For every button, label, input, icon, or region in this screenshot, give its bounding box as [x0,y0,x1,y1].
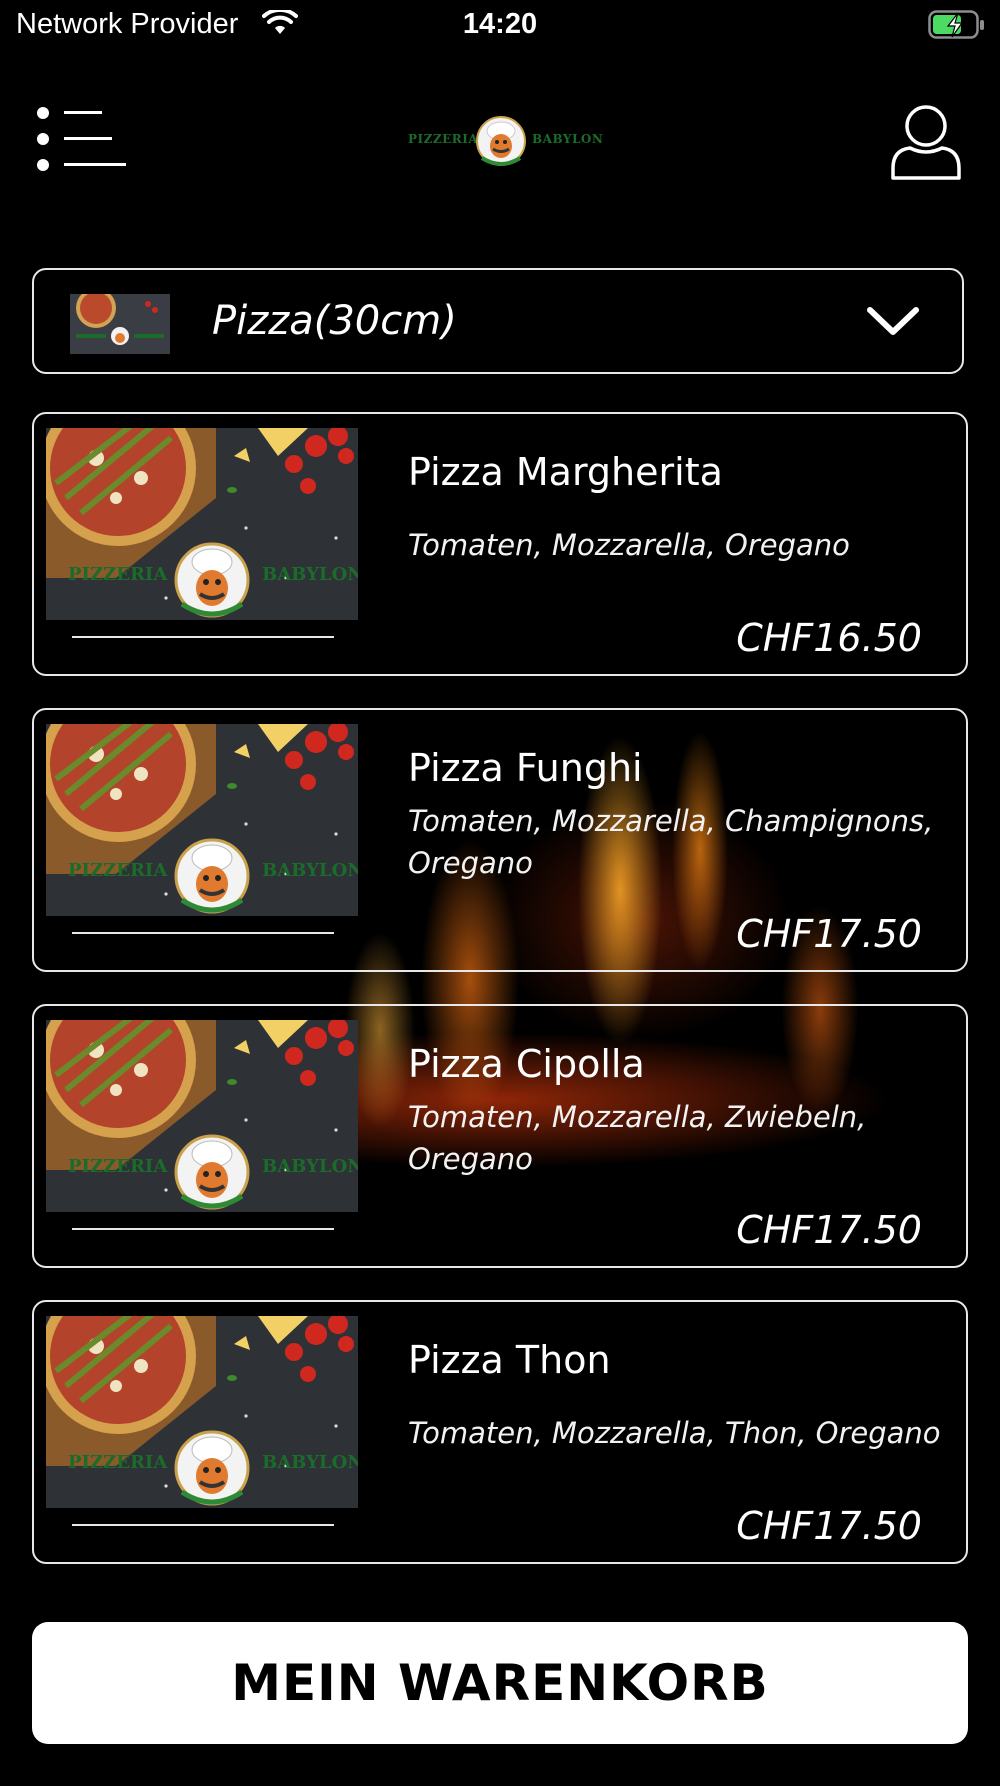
chef-mascot-icon [476,116,526,166]
product-card[interactable]: PIZZERIA BABYLON Pizza Margherita Tomate… [32,412,968,676]
photo-logo-text-right: BABYLON [262,1452,358,1473]
photo-logo-text-right: BABYLON [262,860,358,881]
product-name: Pizza Funghi [408,746,643,790]
cart-button-label: MEIN WARENKORB [231,1654,769,1712]
product-photo: PIZZERIA BABYLON [46,428,358,620]
product-card[interactable]: PIZZERIA BABYLON Pizza Cipolla Tomaten, … [32,1004,968,1268]
product-name: Pizza Margherita [408,450,723,494]
photo-logo-text-right: BABYLON [262,564,358,585]
photo-logo-text-left: PIZZERIA [68,564,168,585]
product-photo: PIZZERIA BABYLON [46,1020,358,1212]
product-name: Pizza Cipolla [408,1042,645,1086]
category-label: Pizza(30cm) [212,298,457,344]
product-photo: PIZZERIA BABYLON [46,1316,358,1508]
product-card[interactable]: PIZZERIA BABYLON Pizza Funghi Tomaten, M… [32,708,968,972]
product-price: CHF17.50 [736,1504,922,1548]
photo-logo-text-left: PIZZERIA [68,1452,168,1473]
photo-divider [72,1524,334,1526]
product-description: Tomaten, Mozzarella, Champignons, Oregan… [408,804,934,880]
status-bar: Network Provider 14:20 [0,0,1000,50]
category-dropdown[interactable]: Pizza(30cm) [32,268,964,374]
product-photo: PIZZERIA BABYLON [46,724,358,916]
product-price: CHF17.50 [736,912,922,956]
product-card[interactable]: PIZZERIA BABYLON Pizza Thon Tomaten, Moz… [32,1300,968,1564]
clock: 14:20 [462,8,538,40]
logo-text-right: BABYLON [532,132,604,146]
photo-logo-text-left: PIZZERIA [68,1156,168,1177]
logo-text-left: PIZZERIA [408,132,479,146]
photo-divider [72,1228,334,1230]
chevron-down-icon [867,307,919,335]
menu-button[interactable] [36,106,126,172]
photo-divider [72,932,334,934]
product-name: Pizza Thon [408,1338,611,1382]
category-thumbnail [70,294,170,354]
photo-logo-text-left: PIZZERIA [68,860,168,881]
product-description: Tomaten, Mozzarella, Thon, Oregano [408,1416,941,1450]
cart-button[interactable]: MEIN WARENKORB [32,1622,968,1744]
profile-button[interactable] [890,104,962,180]
user-profile-icon [891,105,961,180]
product-price: CHF16.50 [736,616,922,660]
photo-logo-text-right: BABYLON [262,1156,358,1177]
app-logo: PIZZERIA BABYLON [404,114,603,168]
product-price: CHF17.50 [736,1208,922,1252]
product-description: Tomaten, Mozzarella, Zwiebeln, Oregano [408,1100,867,1176]
battery-charging-icon [928,10,986,44]
product-description: Tomaten, Mozzarella, Oregano [408,528,850,562]
photo-divider [72,636,334,638]
list-menu-icon [37,107,126,171]
